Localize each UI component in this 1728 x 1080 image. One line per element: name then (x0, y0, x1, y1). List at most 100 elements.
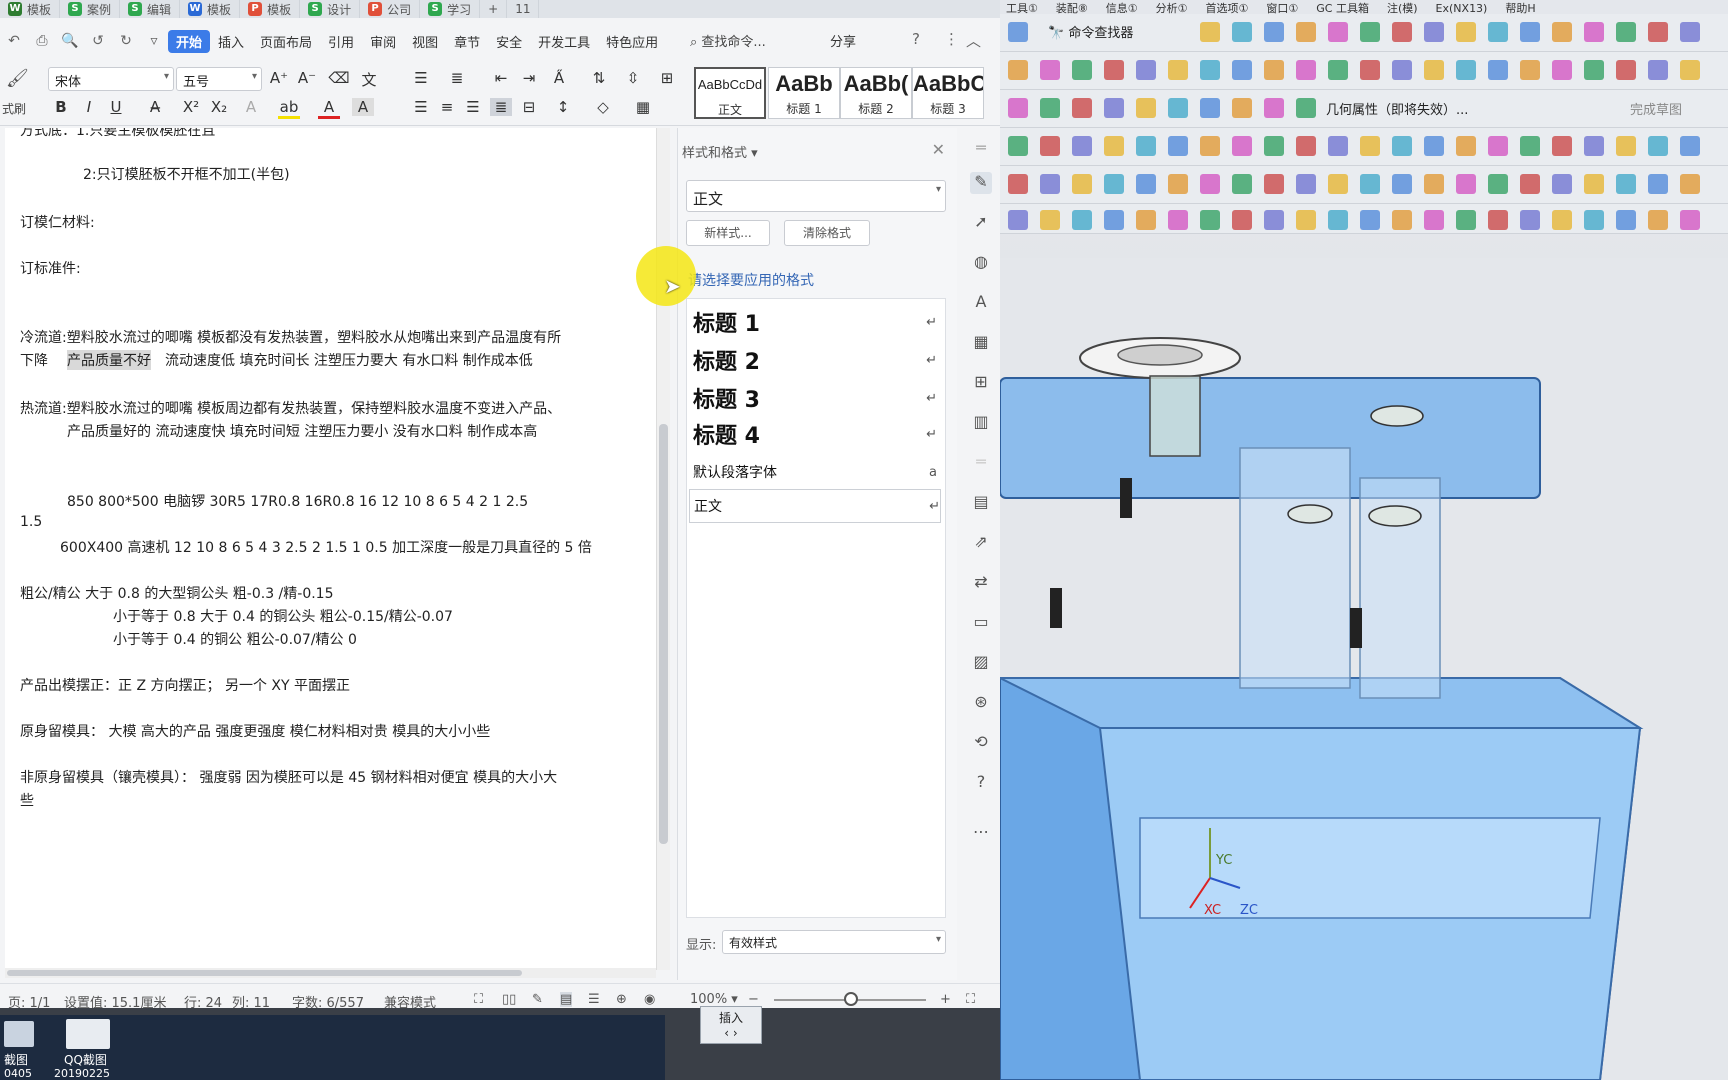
nx-tool-icon[interactable] (1616, 136, 1636, 156)
menu-1[interactable]: 插入 (210, 32, 252, 51)
font-name-select[interactable]: 宋体 (48, 67, 174, 91)
nx-tool-icon[interactable] (1392, 174, 1412, 194)
bullets-icon[interactable]: ☰ (410, 69, 432, 87)
nx-tool-icon[interactable] (1456, 174, 1476, 194)
nx-tool-icon[interactable] (1200, 98, 1220, 118)
nx-tool-icon[interactable] (1488, 22, 1508, 42)
nx-tool-icon[interactable] (1680, 210, 1700, 230)
zoom-out-button[interactable]: − (748, 992, 759, 1007)
new-tab-button[interactable]: + (480, 0, 508, 18)
italic-button[interactable]: I (78, 98, 100, 116)
nx-tool-icon[interactable] (1328, 174, 1348, 194)
nx-tool-icon[interactable] (1552, 22, 1572, 42)
nx-tool-icon[interactable] (1520, 60, 1540, 80)
nx-tool-icon[interactable] (1584, 60, 1604, 80)
document-page[interactable]: 方式底：1.只要主模板模胚在且 2:只订模胚板不开框不加工(半包) 订模仁材料: 订标… (5, 128, 656, 970)
doc-tab[interactable]: S 学习 (420, 0, 481, 18)
close-icon[interactable]: ✕ (932, 140, 945, 159)
nx-menu-item[interactable]: 分析① (1156, 2, 1188, 14)
nx-tool-icon[interactable] (1168, 210, 1188, 230)
nx-tool-icon[interactable] (1040, 136, 1060, 156)
undo-icon[interactable]: ↶ (4, 31, 24, 51)
nx-tool-icon[interactable] (1008, 136, 1028, 156)
nx-tool-icon[interactable] (1296, 136, 1316, 156)
nx-tool-icon[interactable] (1680, 136, 1700, 156)
style-list-item[interactable]: 正文 ↵ (689, 489, 941, 523)
page-icon[interactable]: ▤ (970, 492, 992, 514)
preview-icon[interactable]: 🔍 (60, 31, 80, 51)
nx-tool-icon[interactable] (1392, 22, 1412, 42)
align-right-icon[interactable]: ☰ (462, 98, 484, 116)
nx-tool-icon[interactable] (1264, 174, 1284, 194)
style-pen-icon[interactable]: ✎ (970, 172, 992, 194)
font-size-select[interactable]: 五号 (176, 67, 262, 91)
show-select[interactable]: 有效样式 (722, 930, 946, 954)
doc-tab[interactable]: S 编辑 (120, 0, 181, 18)
menu-5[interactable]: 视图 (404, 32, 446, 51)
menu-0[interactable]: 开始 (168, 29, 211, 53)
doc-tab[interactable]: P 模板 (240, 0, 301, 18)
nx-tool-icon[interactable] (1104, 174, 1124, 194)
nx-menu-item[interactable]: GC 工具箱 (1316, 2, 1369, 14)
nx-tool-icon[interactable] (1200, 60, 1220, 80)
nx-menu-item[interactable]: 工具① (1006, 2, 1038, 14)
share-button[interactable]: 分享 (830, 31, 856, 50)
nx-tool-icon[interactable] (1328, 22, 1348, 42)
new-style-button[interactable]: 新样式... (686, 220, 770, 246)
text-icon[interactable]: A (970, 292, 992, 314)
border-icon[interactable]: ▦ (632, 98, 654, 116)
page-view-icon[interactable]: ▤ (560, 992, 573, 1007)
nx-tool-icon[interactable] (1488, 60, 1508, 80)
menu-2[interactable]: 页面布局 (252, 32, 320, 51)
fullscreen-icon[interactable]: ⛶ (474, 992, 483, 1007)
sort-icon[interactable]: ⇅ (588, 69, 610, 87)
nx-tool-icon[interactable] (1296, 210, 1316, 230)
nx-tool-icon[interactable] (1680, 174, 1700, 194)
nx-tool-icon[interactable] (1520, 22, 1540, 42)
nx-menu-item[interactable]: 窗口① (1266, 2, 1298, 14)
nx-menu-item[interactable]: 首选项① (1206, 2, 1249, 14)
search-command[interactable]: ⌕ 查找命令... (690, 31, 766, 50)
nx-tool-icon[interactable] (1456, 210, 1476, 230)
more-icon[interactable]: ▿ (144, 31, 164, 51)
nx-tool-icon[interactable] (1264, 60, 1284, 80)
nx-tool-icon[interactable] (1424, 22, 1444, 42)
menu-9[interactable]: 特色应用 (598, 32, 666, 51)
nx-tool-icon[interactable] (1136, 60, 1156, 80)
redo-icon[interactable]: ↻ (116, 31, 136, 51)
nx-tool-icon[interactable] (1168, 174, 1188, 194)
nx-tool-icon[interactable] (1072, 136, 1092, 156)
format-painter-icon[interactable]: 🖌 (6, 68, 29, 89)
translate-icon[interactable]: ⇄ (970, 572, 992, 594)
nx-tool-icon[interactable] (1200, 22, 1220, 42)
geom-props-button[interactable]: 几何属性（即将失效）... (1326, 99, 1468, 118)
nx-tool-icon[interactable] (1104, 210, 1124, 230)
nx-tool-icon[interactable] (1008, 22, 1028, 42)
clear-format-button[interactable]: 清除格式 (784, 220, 870, 246)
nx-tool-icon[interactable] (1584, 210, 1604, 230)
undo2-icon[interactable]: ↺ (88, 31, 108, 51)
security-icon[interactable]: ⊛ (970, 692, 992, 714)
nx-tool-icon[interactable] (1392, 60, 1412, 80)
nx-tool-icon[interactable] (1584, 22, 1604, 42)
nx-tool-icon[interactable] (1296, 174, 1316, 194)
font-grow-icon[interactable]: A⁺ (268, 69, 290, 87)
doc-tab[interactable]: W 模板 (180, 0, 241, 18)
nx-tool-icon[interactable] (1168, 98, 1188, 118)
nx-tool-icon[interactable] (1296, 98, 1316, 118)
web-view-icon[interactable]: ⊕ (616, 992, 627, 1007)
nx-tool-icon[interactable] (1136, 136, 1156, 156)
finish-sketch-button[interactable]: 完成草图 (1630, 99, 1682, 118)
scroll-thumb[interactable] (659, 424, 668, 844)
nx-tool-icon[interactable] (1616, 210, 1636, 230)
highlight-icon[interactable]: ab (278, 98, 300, 119)
nx-tool-icon[interactable] (1616, 22, 1636, 42)
nx-tool-icon[interactable] (1488, 174, 1508, 194)
nx-tool-icon[interactable] (1232, 210, 1252, 230)
nx-tool-icon[interactable] (1136, 174, 1156, 194)
nx-tool-icon[interactable] (1648, 174, 1668, 194)
text-direction-icon[interactable]: A̋ (548, 69, 570, 87)
eraser-icon[interactable]: ⌫ (328, 69, 350, 87)
nx-tool-icon[interactable] (1008, 98, 1028, 118)
nx-menu-item[interactable]: 注(模) (1387, 2, 1418, 14)
